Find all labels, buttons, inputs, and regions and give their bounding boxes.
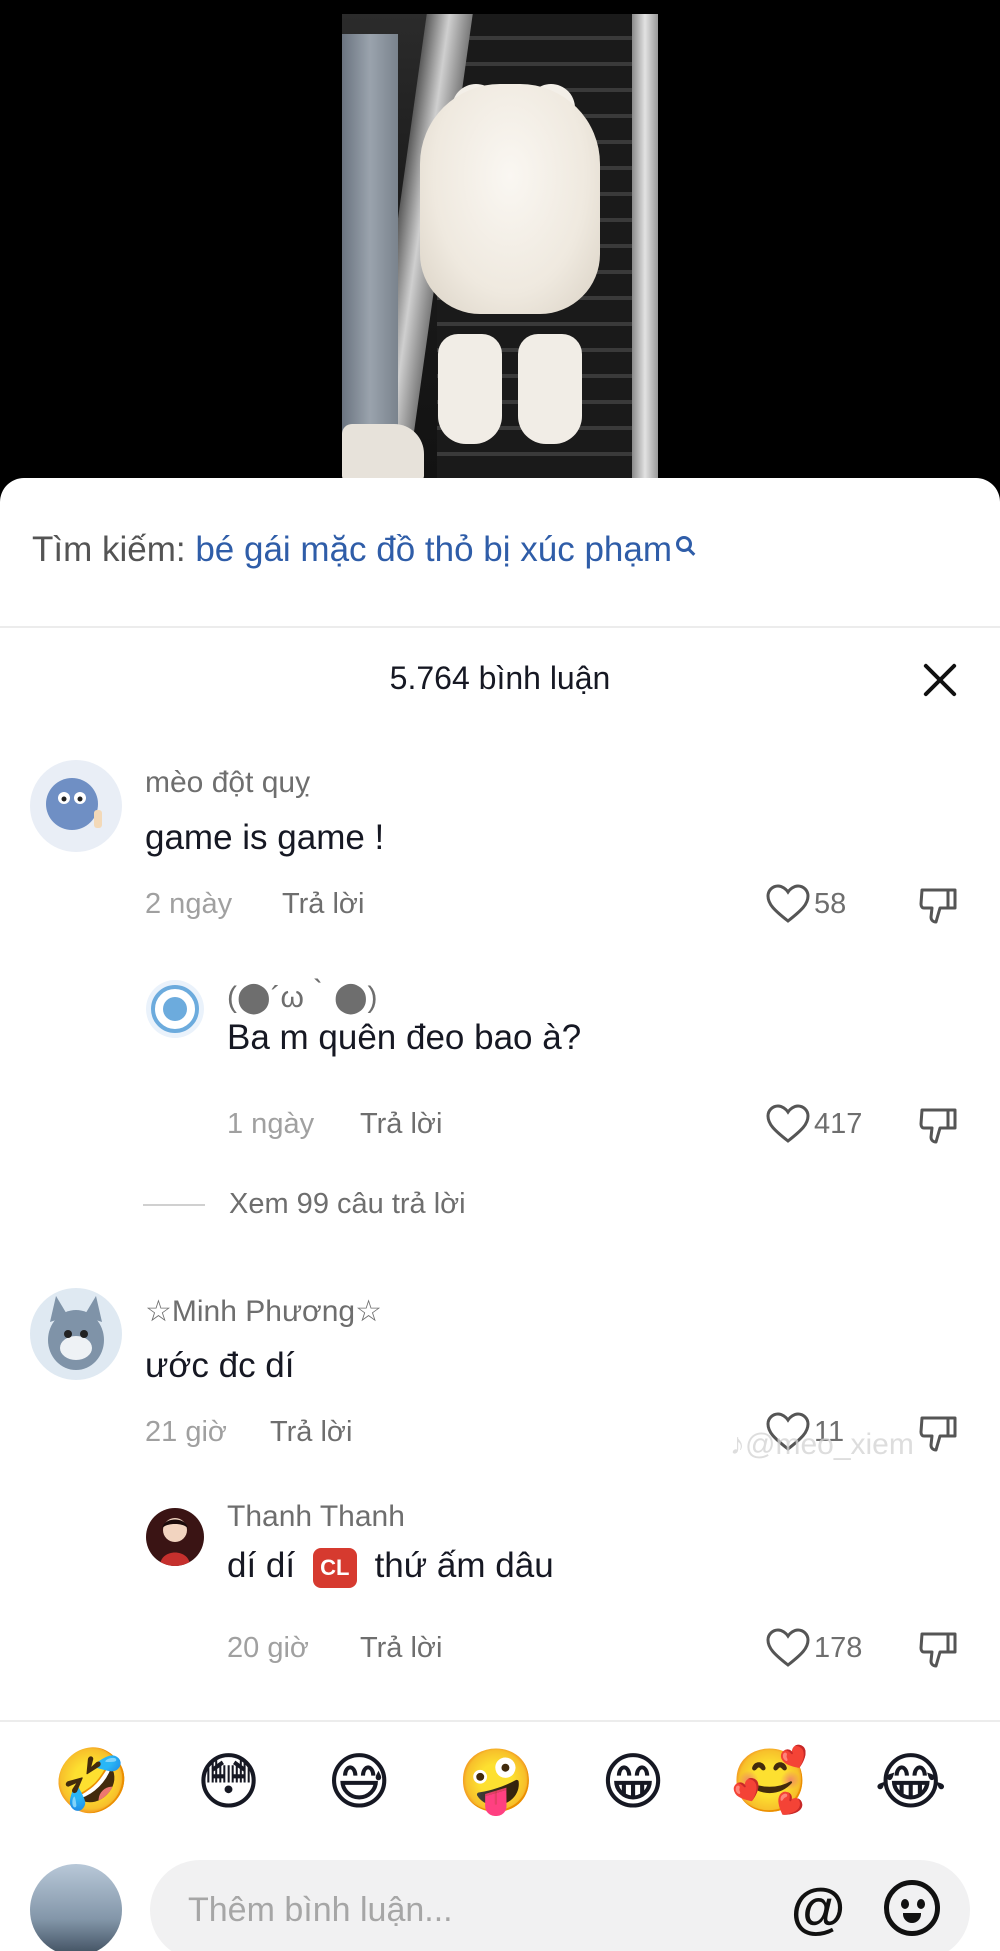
reply-button[interactable]: Trả lời (282, 888, 364, 921)
reply-button[interactable]: Trả lời (270, 1416, 352, 1449)
heart-icon (766, 1628, 810, 1667)
emoji-picker-icon[interactable] (884, 1880, 940, 1936)
emoji-zany[interactable]: 🤪 (457, 1744, 534, 1818)
reply-button[interactable]: Trả lời (360, 1108, 442, 1141)
comment-text: Ba m quên đeo bao à? (227, 1018, 582, 1057)
comment-text: game is game ! (145, 818, 385, 857)
comment-text-part: dí dí (227, 1546, 296, 1585)
heart-icon (766, 884, 810, 923)
mention-icon[interactable]: @ (790, 1880, 846, 1936)
comment-username[interactable]: ☆Minh Phương☆ (145, 1294, 382, 1329)
video-thumbnail[interactable] (342, 14, 658, 480)
comment-text: dí dí CL thứ ấm dâu (227, 1546, 554, 1588)
emoji-sweat-smile[interactable]: 😅 (327, 1745, 392, 1818)
like-button[interactable]: 178 (766, 1628, 862, 1668)
escalator-rail-right (632, 14, 658, 480)
emoji-quick-bar: 🤣 😳 😅 🤪 😁 🥰 😂 (0, 1720, 1000, 1840)
comment-username[interactable]: (⬤´ω｀⬤) (227, 972, 378, 1016)
comments-header: 5.764 bình luận (0, 628, 1000, 728)
emoji-grin[interactable]: 😁 (601, 1745, 666, 1818)
like-count: 417 (814, 1107, 863, 1140)
adult-leg (342, 34, 398, 434)
adult-shoe (342, 424, 424, 480)
like-button[interactable]: 417 (766, 1104, 862, 1144)
avatar[interactable] (30, 760, 122, 852)
divider-line (143, 1203, 205, 1206)
close-icon[interactable] (922, 662, 958, 698)
comment-text-part: thứ ấm dâu (374, 1546, 554, 1585)
dislike-icon[interactable] (918, 1106, 958, 1146)
search-query-link[interactable]: bé gái mặc đồ thỏ bị xúc phạm (195, 530, 672, 569)
comment-username[interactable]: Thanh Thanh (227, 1500, 405, 1534)
dislike-icon[interactable] (918, 1630, 958, 1670)
avatar[interactable] (146, 1508, 204, 1566)
comment-text: ước đc dí (145, 1346, 295, 1385)
avatar[interactable] (146, 980, 204, 1038)
comment-composer: @ (0, 1850, 1000, 1951)
comment-username[interactable]: mèo đột quỵ (145, 766, 310, 800)
comment-time: 21 giờ (145, 1416, 227, 1448)
emoji-flushed[interactable]: 😳 (196, 1745, 261, 1818)
child-bunny-costume (420, 84, 600, 314)
emoji-smiling-hearts[interactable]: 🥰 (731, 1744, 808, 1818)
dislike-icon[interactable] (918, 1414, 958, 1454)
comment-input[interactable] (150, 1860, 970, 1951)
comment-time: 2 ngày (145, 888, 233, 920)
video-player[interactable] (0, 0, 1000, 480)
search-icon (676, 536, 693, 552)
like-count: 178 (814, 1631, 863, 1664)
child-boot-left (438, 334, 502, 444)
watermark: ♪@meo_xiem (730, 1428, 914, 1461)
avatar[interactable] (30, 1288, 122, 1380)
like-button[interactable]: 58 (766, 884, 846, 924)
heart-icon (766, 1104, 810, 1143)
dislike-icon[interactable] (918, 886, 958, 926)
view-replies-label: Xem 99 câu trả lời (229, 1188, 466, 1220)
avatar[interactable] (30, 1864, 122, 1951)
like-count: 58 (814, 887, 847, 920)
view-replies-button[interactable]: Xem 99 câu trả lời (143, 1188, 466, 1221)
emoji-rofl[interactable]: 🤣 (53, 1744, 130, 1818)
reply-button[interactable]: Trả lời (360, 1632, 442, 1665)
comment-time: 20 giờ (227, 1632, 309, 1664)
comment-count: 5.764 bình luận (389, 660, 611, 696)
comment-time: 1 ngày (227, 1108, 315, 1140)
related-search-bar[interactable]: Tìm kiếm: bé gái mặc đồ thỏ bị xúc phạm (0, 478, 1000, 628)
emoji-joy[interactable]: 😂 (875, 1745, 947, 1818)
child-boot-right (518, 334, 582, 444)
search-prefix: Tìm kiếm: (32, 530, 186, 569)
cl-sticker-icon: CL (312, 1547, 357, 1588)
